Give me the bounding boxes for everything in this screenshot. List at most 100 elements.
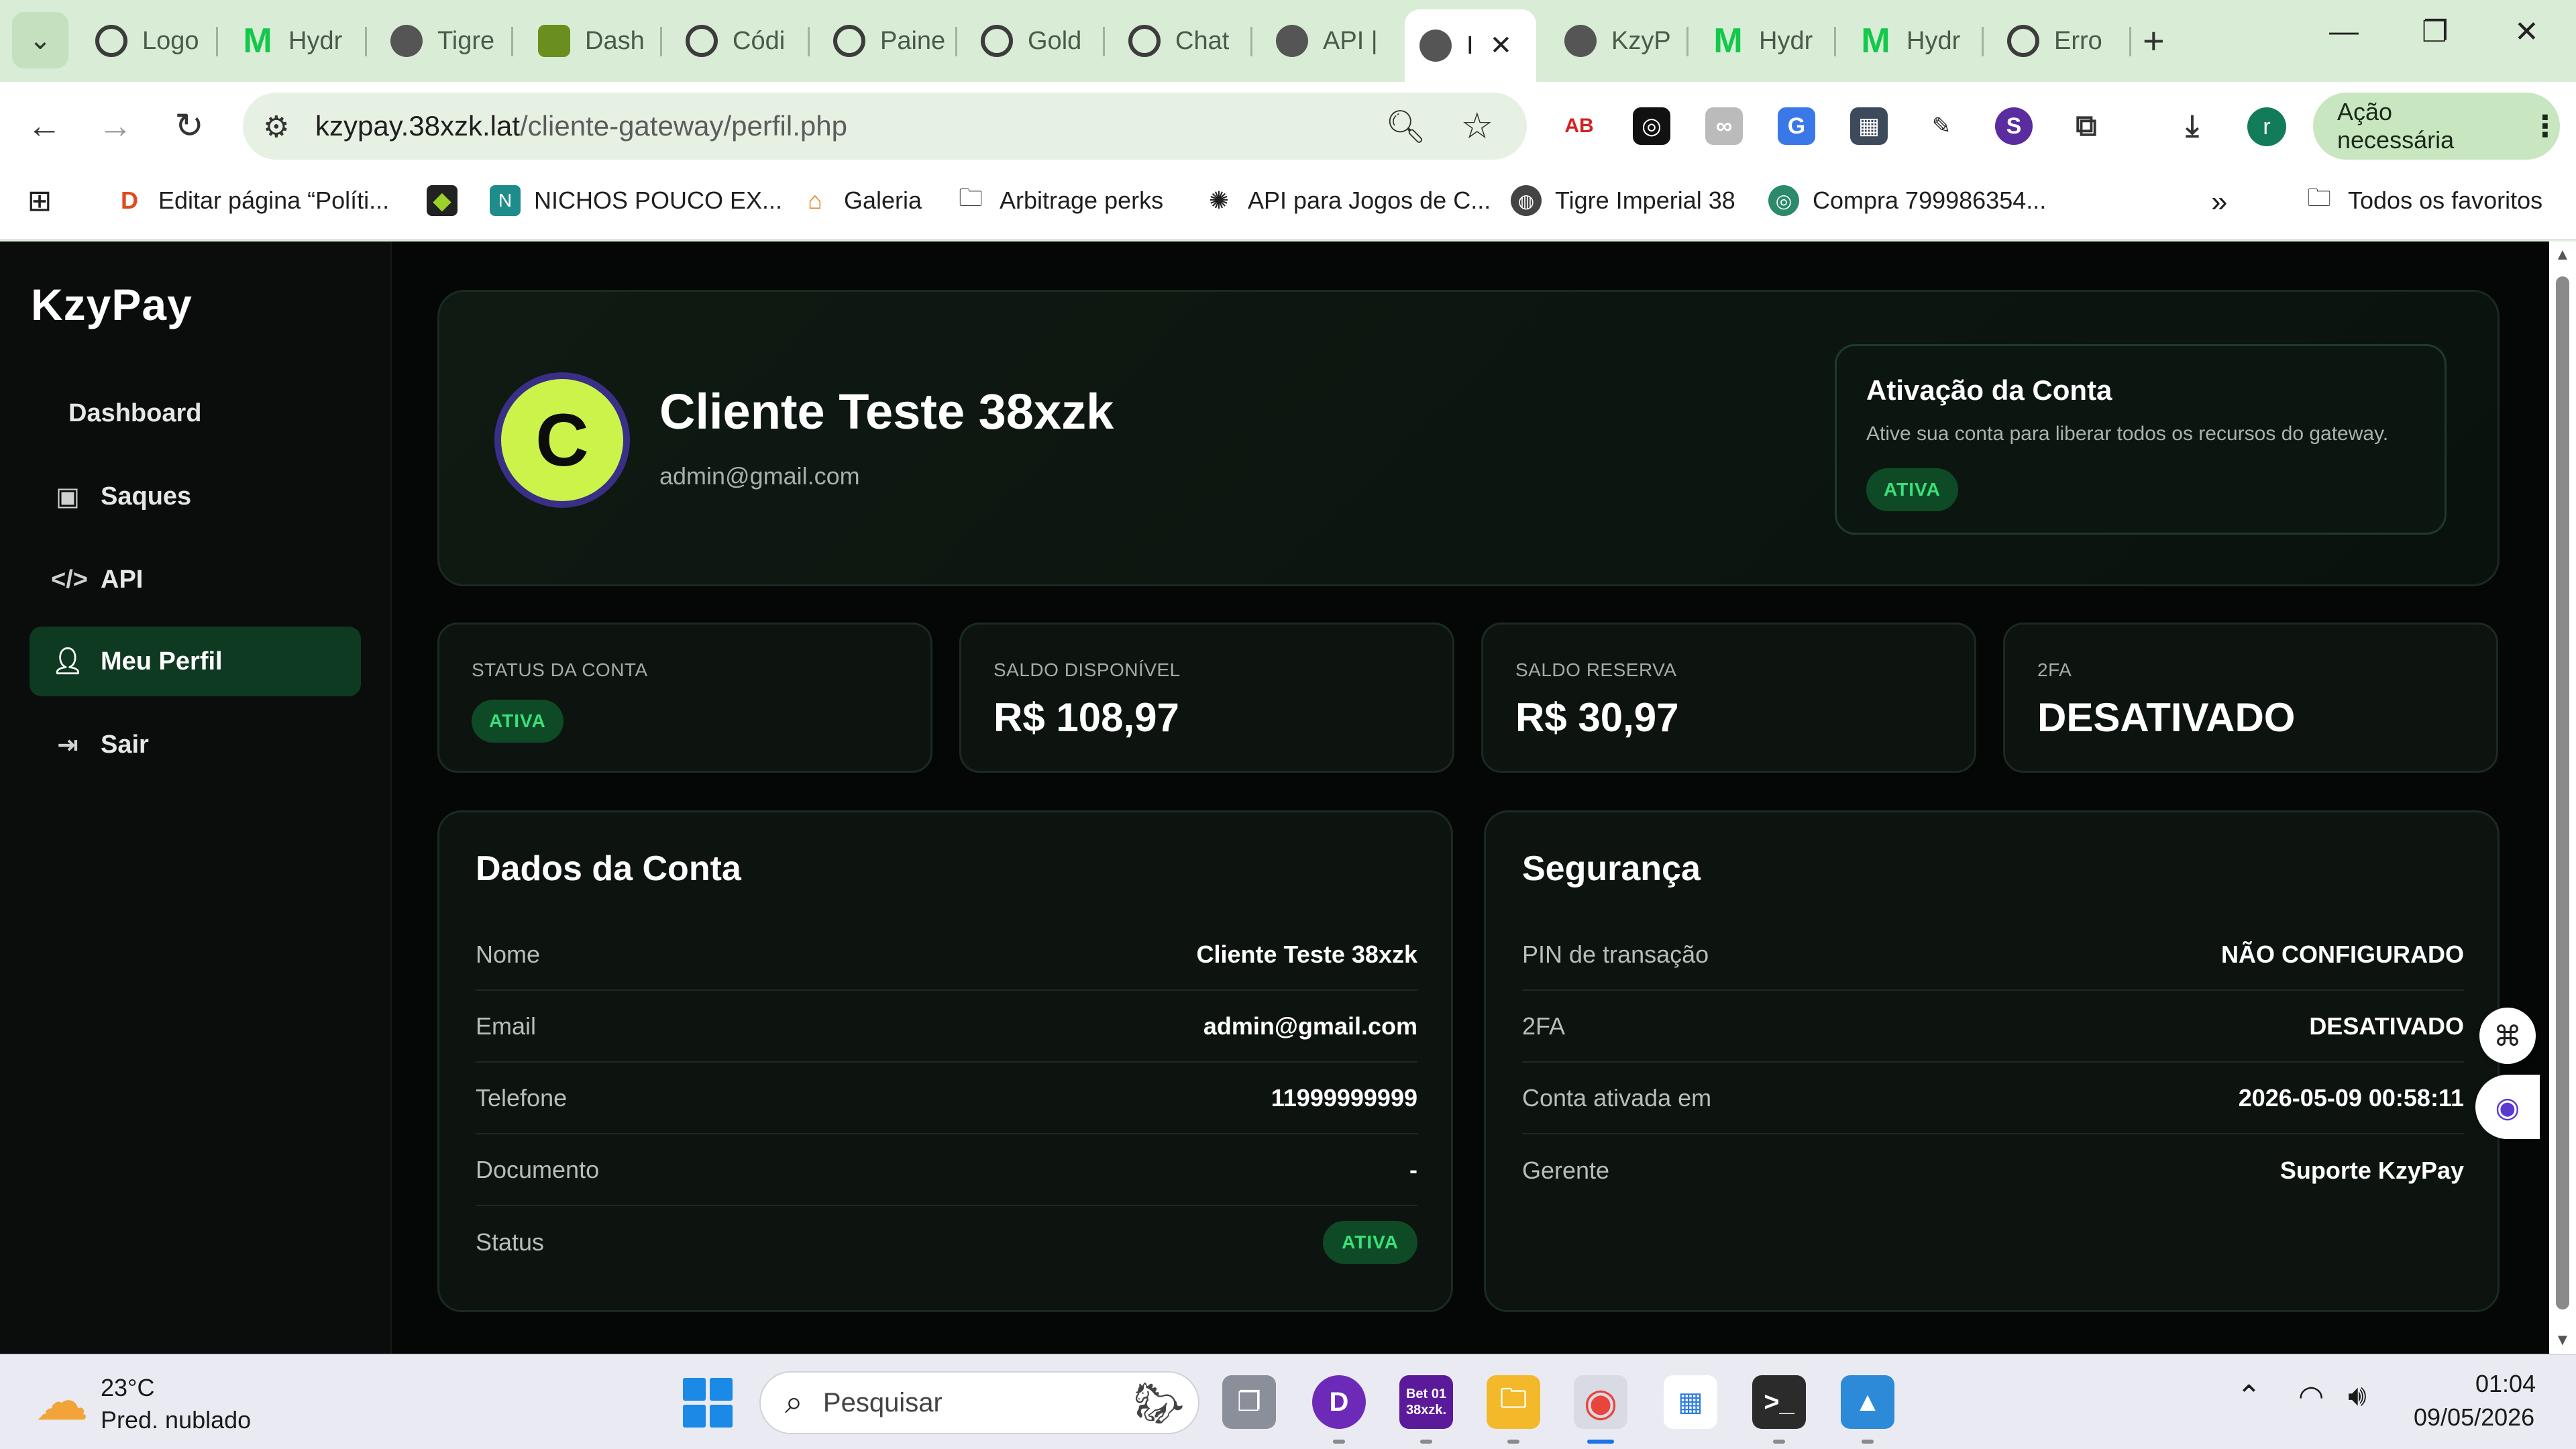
tab-separator [808,27,810,56]
seo-extension-icon[interactable]: S [1995,107,2033,145]
download-icon[interactable]: ⤓ [2174,107,2211,145]
back-arrow-icon[interactable]: ← [16,98,72,154]
eyedropper-extension-icon[interactable]: ✎ [1923,107,1960,145]
file-explorer-icon[interactable]: 🗀 [1487,1375,1540,1429]
info-row: Email admin@gmail.com [476,991,1417,1063]
apps-grid-icon[interactable]: ⊞ [24,184,68,217]
bookmark-item[interactable]: ✺ API para Jogos de C... [1203,185,1491,216]
globe-icon [1276,25,1308,57]
close-window-icon[interactable]: ✕ [2514,15,2539,49]
all-favorites-folder[interactable]: 🗀 Todos os favoritos [2304,183,2542,216]
browser-tab[interactable]: M Hydr [227,9,361,72]
info-value: admin@gmail.com [1203,1012,1417,1040]
app-purple-icon[interactable]: D [1312,1375,1366,1429]
clock-time[interactable]: 01:04 [2475,1370,2536,1398]
link-extension-icon[interactable]: ∞ [1705,107,1743,145]
browser-tab[interactable]: API | [1261,9,1395,72]
tab-search-chevron-icon[interactable]: ⌄ [12,12,68,68]
browser-tab[interactable]: Gold [966,9,1100,72]
code-icon: </> [51,565,88,594]
browser-tab[interactable]: Erro [1992,9,2127,72]
terminal-icon[interactable]: >_ [1752,1375,1806,1429]
chrome-icon[interactable]: ◉ [1574,1375,1627,1429]
minimize-icon[interactable]: — [2329,15,2359,48]
bookmark-item[interactable]: ⌂ Galeria [800,185,922,216]
profile-avatar[interactable]: r [2247,107,2286,146]
scroll-down-arrow-icon[interactable]: ▼ [2555,1331,2571,1350]
action-needed-button[interactable]: Ação necessária ⋮ [2313,93,2560,160]
zoom-magnifier-icon[interactable]: 🔍︎ [1385,107,1426,146]
card-title: Segurança [1522,849,1701,888]
sidebar-item-api[interactable]: </> API [30,545,361,614]
browser-tab[interactable]: Dash [523,9,657,72]
browser-tab-active[interactable]: I ✕ [1405,9,1536,82]
browser-tab[interactable]: M Hydr [1845,9,1979,72]
browser-tab[interactable]: Paine [818,9,953,72]
address-bar[interactable]: ⚙ kzypay.38xzk.lat/cliente-gateway/perfi… [243,93,1527,160]
reload-icon[interactable]: ↻ [161,98,217,154]
coin-icon: ◎ [1768,185,1799,216]
site-settings-icon[interactable]: ⚙ [263,110,289,144]
extensions-puzzle-icon[interactable]: ⧉ [2068,107,2105,145]
sidebar-item-dashboard[interactable]: Dashboard [30,378,361,448]
more-bookmarks-chevron-icon[interactable]: » [2211,185,2227,219]
close-tab-icon[interactable]: ✕ [1490,30,1513,61]
folder-icon: 🗀 [2306,183,2331,211]
dashboard-icon [538,25,570,57]
running-indicator [1420,1440,1432,1444]
sidebar-item-saques[interactable]: ▣ Saques [30,462,361,531]
weather-cloud-icon[interactable]: ☁ [35,1370,89,1432]
stat-value: DESATIVADO [2037,695,2296,740]
globe-icon [1564,25,1597,57]
bookmark-item[interactable]: ◆ [427,185,471,216]
stat-card-reserve-balance: SALDO RESERVA R$ 30,97 [1481,623,1976,773]
show-hidden-icons-chevron-icon[interactable]: ⌃ [2237,1379,2261,1413]
bookmark-item[interactable]: D Editar página “Políti... [114,185,389,216]
taskbar-search-box[interactable]: ⌕ Pesquisar 🐎︎ [759,1371,1199,1434]
url-text[interactable]: kzypay.38xzk.lat/cliente-gateway/perfil.… [315,110,847,142]
sidebar-item-sair[interactable]: ⇥ Sair [30,710,361,780]
browser-tab[interactable]: KzyP [1550,9,1684,72]
calculator-extension-icon[interactable]: ▦ [1850,107,1888,145]
sidebar-item-meu-perfil[interactable]: 👤︎ Meu Perfil [30,627,361,696]
bookmark-folder[interactable]: 🗀 Arbitrage perks [955,184,1163,216]
bet-shortcut-icon[interactable]: Bet 01 38xzk. [1399,1375,1453,1429]
microsoft-store-icon[interactable]: ▦ [1664,1375,1717,1429]
restore-icon[interactable]: ❐ [2422,15,2448,49]
task-view-icon[interactable]: ❐ [1222,1375,1276,1429]
browser-tab[interactable]: M Hydr [1697,9,1831,72]
bookmark-item[interactable]: ◎ Compra 799986354... [1768,185,2046,216]
info-key: Email [476,1012,537,1040]
volume-icon[interactable]: 🔊︎ [2348,1379,2367,1413]
page-scrollbar[interactable]: ▲ ▼ [2549,241,2576,1354]
scrollbar-thumb[interactable] [2556,276,2569,1309]
adblock-extension-icon[interactable]: AB [1560,107,1598,145]
browser-tab[interactable]: Tigre [376,9,510,72]
running-indicator [1773,1440,1785,1444]
bookmark-star-icon[interactable]: ☆ [1461,105,1493,147]
assistant-widget-icon[interactable]: ◉ [2475,1075,2540,1139]
info-key: PIN de transação [1522,941,1709,968]
forward-arrow-icon[interactable]: → [87,98,144,154]
bet-shortcut-label: Bet 01 38xzk. [1405,1387,1447,1417]
command-widget-icon[interactable]: ⌘ [2479,1008,2536,1064]
bookmarks-bar: ⊞ D Editar página “Políti... ◆ N NICHOS … [0,169,2576,240]
bookmark-item[interactable]: ◍ Tigre Imperial 38 [1511,185,1735,216]
weather-condition[interactable]: Pred. nublado [101,1406,251,1434]
browser-tab[interactable]: Logo [80,9,215,72]
bookmark-item[interactable]: N NICHOS POUCO EX... [490,185,782,216]
translate-extension-icon[interactable]: G [1778,107,1815,145]
scroll-up-arrow-icon[interactable]: ▲ [2555,246,2571,264]
browser-tab[interactable]: Chat [1114,9,1248,72]
globe-icon [390,25,423,57]
clock-date[interactable]: 09/05/2026 [2414,1403,2534,1432]
tab-label: Códi [733,26,786,55]
weather-temperature[interactable]: 23°C [101,1374,154,1402]
money-icon: ▣ [56,482,80,511]
browser-tab[interactable]: Códi [671,9,805,72]
wifi-icon[interactable]: ◠ [2298,1379,2324,1413]
new-tab-plus-icon[interactable]: + [2143,19,2165,62]
photos-icon[interactable]: ▲ [1841,1375,1894,1429]
windows-start-icon[interactable] [683,1378,733,1428]
openai-extension-icon[interactable]: ◎ [1633,107,1670,145]
